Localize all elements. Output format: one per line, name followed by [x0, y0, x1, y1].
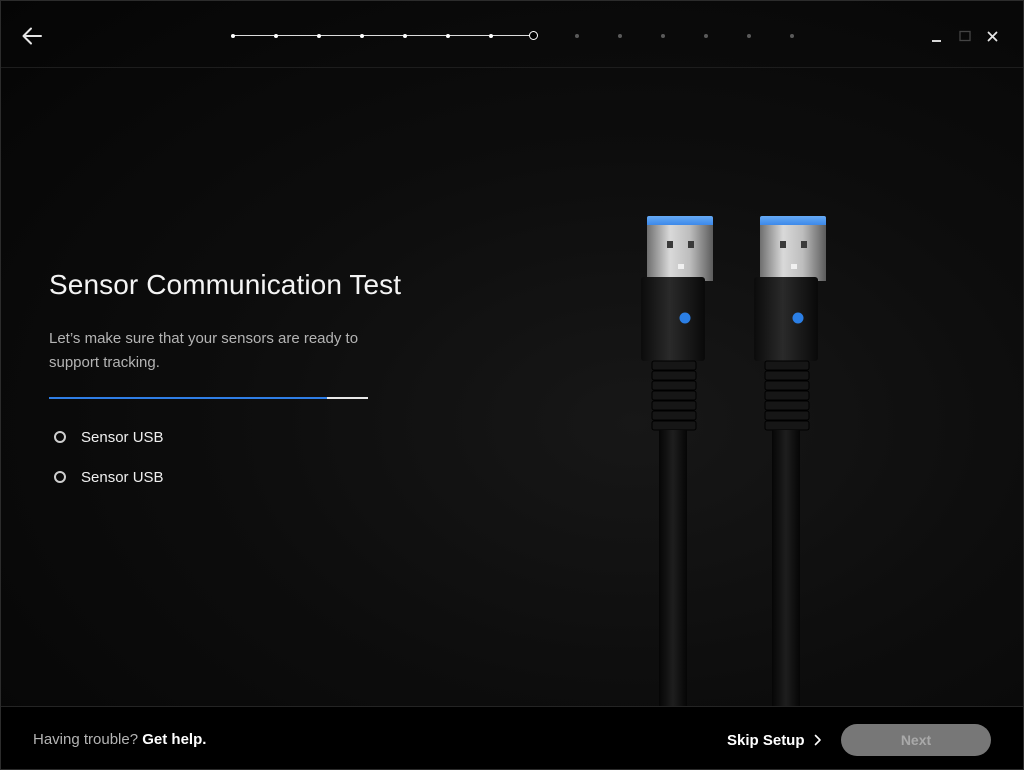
step-upcoming: [704, 34, 708, 38]
sensor-status-indicator: [54, 431, 66, 443]
sensor-label: Sensor USB: [81, 428, 164, 446]
step-connector: [448, 35, 489, 36]
step-connector: [405, 35, 446, 36]
step-connector: [276, 35, 317, 36]
step-upcoming: [661, 34, 665, 38]
page-title: Sensor Communication Test: [49, 269, 402, 300]
step-completed: [274, 34, 278, 38]
step-connector: [362, 35, 403, 36]
step-upcoming: [790, 34, 794, 38]
step-connector: [491, 35, 532, 36]
sensor-item: Sensor USB: [49, 427, 429, 447]
chevron-right-icon: [814, 734, 821, 746]
sensor-item: Sensor USB: [49, 467, 429, 487]
step-current: [529, 31, 538, 40]
step-completed: [360, 34, 364, 38]
test-progress-fill: [49, 397, 327, 399]
step-upcoming: [747, 34, 751, 38]
main-content: Sensor Communication Test Let’s make sur…: [49, 269, 429, 507]
sensor-list: Sensor USB Sensor USB: [49, 427, 429, 487]
setup-step-progress: [227, 29, 807, 43]
skip-setup-button[interactable]: Skip Setup: [727, 729, 822, 751]
test-progress-bar: [49, 397, 368, 399]
led-indicator: [792, 312, 804, 324]
sensor-status-indicator: [54, 471, 66, 483]
skip-setup-label: Skip Setup: [727, 731, 805, 749]
step-completed: [446, 34, 450, 38]
title-bar: [1, 1, 1023, 68]
help-prefix: Having trouble?: [33, 731, 139, 748]
minimize-button[interactable]: [926, 23, 948, 47]
usb-connector: [754, 216, 826, 707]
led-indicator: [679, 312, 691, 324]
step-connector: [319, 35, 360, 36]
help-text: Having trouble? Get help.: [33, 731, 206, 748]
step-upcoming: [618, 34, 622, 38]
back-arrow-icon: [22, 27, 42, 45]
minimize-icon: [932, 40, 941, 42]
next-button[interactable]: Next: [841, 724, 991, 756]
page-subtitle: Let’s make sure that your sensors are re…: [49, 330, 359, 371]
step-completed: [489, 34, 493, 38]
step-connector: [233, 35, 274, 36]
maximize-button[interactable]: [954, 23, 976, 47]
usb-connector: [641, 216, 713, 707]
close-button[interactable]: [982, 23, 1004, 47]
maximize-icon: [959, 30, 971, 42]
footer-bar: Having trouble? Get help. Skip Setup Nex…: [1, 706, 1023, 769]
close-icon: [987, 31, 998, 42]
step-completed: [317, 34, 321, 38]
step-upcoming: [575, 34, 579, 38]
sensor-label: Sensor USB: [81, 468, 164, 486]
setup-window: Sensor Communication Test Let’s make sur…: [0, 0, 1024, 770]
usb-connectors-illustration: [601, 191, 901, 707]
step-completed: [231, 34, 235, 38]
back-button[interactable]: [19, 23, 45, 49]
step-completed: [403, 34, 407, 38]
get-help-link[interactable]: Get help.: [142, 731, 206, 748]
